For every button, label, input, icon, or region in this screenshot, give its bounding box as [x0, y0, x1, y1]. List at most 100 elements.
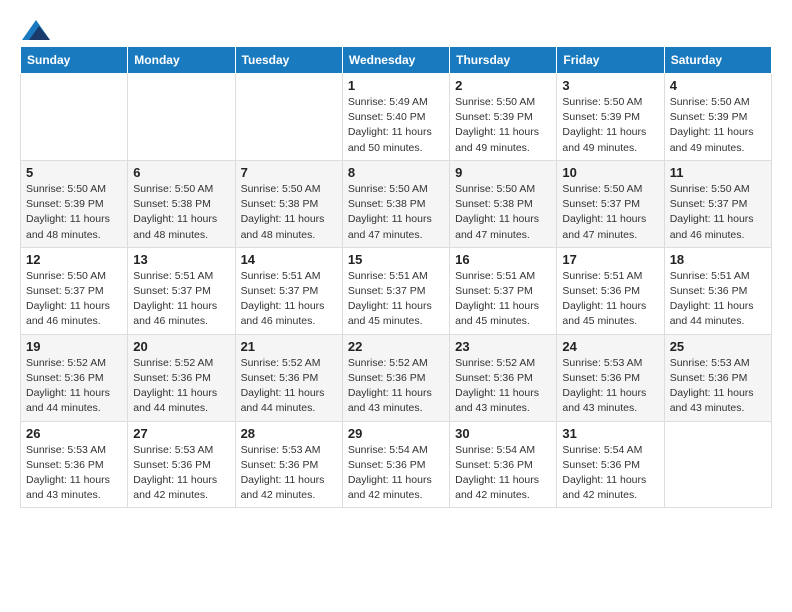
calendar-cell — [664, 421, 771, 508]
day-info: Sunrise: 5:51 AM Sunset: 5:37 PM Dayligh… — [133, 269, 229, 330]
day-info: Sunrise: 5:51 AM Sunset: 5:36 PM Dayligh… — [562, 269, 658, 330]
calendar-cell: 31 Sunrise: 5:54 AM Sunset: 5:36 PM Dayli… — [557, 421, 664, 508]
day-number: 31 — [562, 426, 658, 441]
calendar-cell: 9Sunrise: 5:50 AM Sunset: 5:38 PM Daylig… — [450, 160, 557, 247]
calendar-cell: 2Sunrise: 5:50 AM Sunset: 5:39 PM Daylig… — [450, 74, 557, 161]
calendar-cell: 23 Sunrise: 5:52 AM Sunset: 5:36 PM Dayli… — [450, 334, 557, 421]
calendar-cell: 24 Sunrise: 5:53 AM Sunset: 5:36 PM Dayli… — [557, 334, 664, 421]
calendar-cell — [128, 74, 235, 161]
day-info: Sunrise: 5:50 AM Sunset: 5:37 PM Dayligh… — [26, 269, 122, 330]
calendar-cell: 28 Sunrise: 5:53 AM Sunset: 5:36 PM Dayli… — [235, 421, 342, 508]
day-info: Sunrise: 5:53 AM Sunset: 5:36 PM Dayligh… — [670, 356, 766, 417]
day-info: Sunrise: 5:50 AM Sunset: 5:37 PM Dayligh… — [670, 182, 766, 243]
day-number: 12 — [26, 252, 122, 267]
calendar-cell: 11 Sunrise: 5:50 AM Sunset: 5:37 PM Dayli… — [664, 160, 771, 247]
calendar-cell: 15 Sunrise: 5:51 AM Sunset: 5:37 PM Dayli… — [342, 247, 449, 334]
calendar-cell: 19 Sunrise: 5:52 AM Sunset: 5:36 PM Dayli… — [21, 334, 128, 421]
page-header — [20, 20, 772, 36]
calendar-cell: 8Sunrise: 5:50 AM Sunset: 5:38 PM Daylig… — [342, 160, 449, 247]
day-info: Sunrise: 5:50 AM Sunset: 5:39 PM Dayligh… — [26, 182, 122, 243]
day-number: 24 — [562, 339, 658, 354]
header-friday: Friday — [557, 47, 664, 74]
day-number: 26 — [26, 426, 122, 441]
day-info: Sunrise: 5:50 AM Sunset: 5:38 PM Dayligh… — [133, 182, 229, 243]
calendar-cell: 4 Sunrise: 5:50 AM Sunset: 5:39 PM Daylig… — [664, 74, 771, 161]
day-number: 16 — [455, 252, 551, 267]
calendar-cell: 21 Sunrise: 5:52 AM Sunset: 5:36 PM Dayli… — [235, 334, 342, 421]
day-info: Sunrise: 5:52 AM Sunset: 5:36 PM Dayligh… — [26, 356, 122, 417]
day-info: Sunrise: 5:54 AM Sunset: 5:36 PM Dayligh… — [348, 443, 444, 504]
day-number: 18 — [670, 252, 766, 267]
calendar-table: SundayMondayTuesdayWednesdayThursdayFrid… — [20, 46, 772, 508]
calendar-cell: 29 Sunrise: 5:54 AM Sunset: 5:36 PM Dayli… — [342, 421, 449, 508]
calendar-header-row: SundayMondayTuesdayWednesdayThursdayFrid… — [21, 47, 772, 74]
day-number: 4 — [670, 78, 766, 93]
header-tuesday: Tuesday — [235, 47, 342, 74]
calendar-cell — [21, 74, 128, 161]
day-info: Sunrise: 5:52 AM Sunset: 5:36 PM Dayligh… — [455, 356, 551, 417]
day-info: Sunrise: 5:52 AM Sunset: 5:36 PM Dayligh… — [348, 356, 444, 417]
day-number: 28 — [241, 426, 337, 441]
calendar-cell: 26 Sunrise: 5:53 AM Sunset: 5:36 PM Dayli… — [21, 421, 128, 508]
day-info: Sunrise: 5:52 AM Sunset: 5:36 PM Dayligh… — [241, 356, 337, 417]
day-info: Sunrise: 5:51 AM Sunset: 5:36 PM Dayligh… — [670, 269, 766, 330]
day-number: 1 — [348, 78, 444, 93]
header-wednesday: Wednesday — [342, 47, 449, 74]
header-sunday: Sunday — [21, 47, 128, 74]
day-number: 11 — [670, 165, 766, 180]
day-info: Sunrise: 5:50 AM Sunset: 5:38 PM Dayligh… — [241, 182, 337, 243]
day-info: Sunrise: 5:54 AM Sunset: 5:36 PM Dayligh… — [562, 443, 658, 504]
day-number: 17 — [562, 252, 658, 267]
day-number: 5 — [26, 165, 122, 180]
day-number: 10 — [562, 165, 658, 180]
day-info: Sunrise: 5:50 AM Sunset: 5:39 PM Dayligh… — [562, 95, 658, 156]
calendar-cell: 13Sunrise: 5:51 AM Sunset: 5:37 PM Dayli… — [128, 247, 235, 334]
day-number: 2 — [455, 78, 551, 93]
calendar-cell: 12 Sunrise: 5:50 AM Sunset: 5:37 PM Dayli… — [21, 247, 128, 334]
day-info: Sunrise: 5:54 AM Sunset: 5:36 PM Dayligh… — [455, 443, 551, 504]
calendar-week-row: 26 Sunrise: 5:53 AM Sunset: 5:36 PM Dayli… — [21, 421, 772, 508]
header-thursday: Thursday — [450, 47, 557, 74]
day-number: 29 — [348, 426, 444, 441]
calendar-cell: 30 Sunrise: 5:54 AM Sunset: 5:36 PM Dayli… — [450, 421, 557, 508]
calendar-cell: 27 Sunrise: 5:53 AM Sunset: 5:36 PM Dayli… — [128, 421, 235, 508]
calendar-week-row: 5 Sunrise: 5:50 AM Sunset: 5:39 PM Daylig… — [21, 160, 772, 247]
calendar-cell: 14 Sunrise: 5:51 AM Sunset: 5:37 PM Dayli… — [235, 247, 342, 334]
day-number: 30 — [455, 426, 551, 441]
day-number: 15 — [348, 252, 444, 267]
day-info: Sunrise: 5:52 AM Sunset: 5:36 PM Dayligh… — [133, 356, 229, 417]
day-info: Sunrise: 5:49 AM Sunset: 5:40 PM Dayligh… — [348, 95, 444, 156]
day-info: Sunrise: 5:51 AM Sunset: 5:37 PM Dayligh… — [348, 269, 444, 330]
day-number: 23 — [455, 339, 551, 354]
day-info: Sunrise: 5:53 AM Sunset: 5:36 PM Dayligh… — [26, 443, 122, 504]
day-info: Sunrise: 5:51 AM Sunset: 5:37 PM Dayligh… — [241, 269, 337, 330]
day-number: 19 — [26, 339, 122, 354]
logo — [20, 20, 50, 36]
day-number: 27 — [133, 426, 229, 441]
calendar-week-row: 19 Sunrise: 5:52 AM Sunset: 5:36 PM Dayli… — [21, 334, 772, 421]
day-number: 21 — [241, 339, 337, 354]
header-saturday: Saturday — [664, 47, 771, 74]
calendar-cell: 20Sunrise: 5:52 AM Sunset: 5:36 PM Dayli… — [128, 334, 235, 421]
calendar-cell: 22Sunrise: 5:52 AM Sunset: 5:36 PM Dayli… — [342, 334, 449, 421]
day-number: 6 — [133, 165, 229, 180]
calendar-cell: 17 Sunrise: 5:51 AM Sunset: 5:36 PM Dayli… — [557, 247, 664, 334]
calendar-cell: 25Sunrise: 5:53 AM Sunset: 5:36 PM Dayli… — [664, 334, 771, 421]
day-info: Sunrise: 5:50 AM Sunset: 5:37 PM Dayligh… — [562, 182, 658, 243]
day-info: Sunrise: 5:50 AM Sunset: 5:38 PM Dayligh… — [455, 182, 551, 243]
calendar-week-row: 1 Sunrise: 5:49 AM Sunset: 5:40 PM Daylig… — [21, 74, 772, 161]
day-info: Sunrise: 5:51 AM Sunset: 5:37 PM Dayligh… — [455, 269, 551, 330]
calendar-cell: 16 Sunrise: 5:51 AM Sunset: 5:37 PM Dayli… — [450, 247, 557, 334]
day-number: 8 — [348, 165, 444, 180]
day-info: Sunrise: 5:53 AM Sunset: 5:36 PM Dayligh… — [133, 443, 229, 504]
logo-icon — [22, 20, 50, 40]
day-info: Sunrise: 5:50 AM Sunset: 5:39 PM Dayligh… — [670, 95, 766, 156]
calendar-cell: 18 Sunrise: 5:51 AM Sunset: 5:36 PM Dayli… — [664, 247, 771, 334]
calendar-cell: 1 Sunrise: 5:49 AM Sunset: 5:40 PM Daylig… — [342, 74, 449, 161]
calendar-cell — [235, 74, 342, 161]
day-number: 14 — [241, 252, 337, 267]
day-info: Sunrise: 5:53 AM Sunset: 5:36 PM Dayligh… — [241, 443, 337, 504]
day-number: 3 — [562, 78, 658, 93]
calendar-cell: 7Sunrise: 5:50 AM Sunset: 5:38 PM Daylig… — [235, 160, 342, 247]
day-info: Sunrise: 5:53 AM Sunset: 5:36 PM Dayligh… — [562, 356, 658, 417]
